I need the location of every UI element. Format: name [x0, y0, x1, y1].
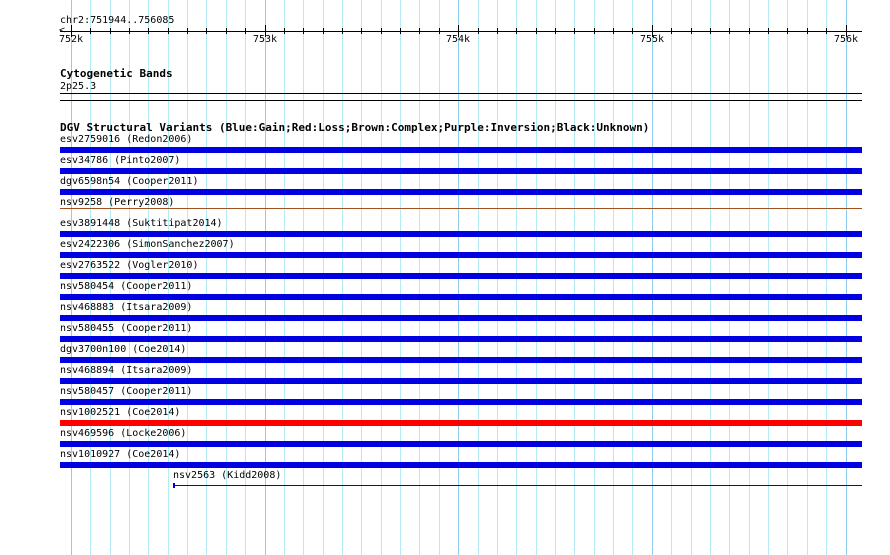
ruler-tick	[419, 28, 420, 34]
variant-bar-gain[interactable]	[60, 399, 862, 405]
ruler-label: 754k	[446, 34, 471, 45]
ruler-tick	[400, 28, 401, 34]
variant-bar-gain[interactable]	[60, 462, 862, 468]
variant-label[interactable]: esv2422306 (SimonSanchez2007)	[60, 239, 235, 250]
variant-label[interactable]: dgv6598n54 (Cooper2011)	[60, 176, 198, 187]
ruler-label: 752k	[59, 34, 84, 45]
ruler-label: 753k	[253, 34, 278, 45]
variant-label[interactable]: dgv3700n100 (Coe2014)	[60, 344, 186, 355]
variant-bar-gain[interactable]	[60, 231, 862, 237]
ruler-tick	[749, 28, 750, 34]
variant-label[interactable]: nsv1002521 (Coe2014)	[60, 407, 180, 418]
variant-label[interactable]: esv34786 (Pinto2007)	[60, 155, 180, 166]
ruler-tick	[245, 28, 246, 34]
ruler-tick	[555, 28, 556, 34]
variant-label[interactable]: nsv9258 (Perry2008)	[60, 197, 174, 208]
ruler-tick	[691, 28, 692, 34]
variant-label[interactable]: nsv468894 (Itsara2009)	[60, 365, 192, 376]
ruler-tick	[439, 28, 440, 34]
variant-bar-gain[interactable]	[60, 357, 862, 363]
ruler-label: 755k	[640, 34, 665, 45]
variant-label[interactable]: nsv468883 (Itsara2009)	[60, 302, 192, 313]
ruler-tick	[826, 28, 827, 34]
ruler-tick	[187, 28, 188, 34]
ruler-tick	[516, 28, 517, 34]
ruler-tick	[787, 28, 788, 34]
cytoband-label: 2p25.3	[60, 81, 97, 92]
variant-bar-gain[interactable]	[60, 315, 862, 321]
ruler-tick	[768, 28, 769, 34]
variant-bar-loss[interactable]	[60, 420, 862, 426]
genome-browser-view: chr2:751944..756085 <752k 753k 754k 755k 756…	[0, 0, 890, 555]
ruler-tick	[110, 28, 111, 34]
ruler-tick	[536, 28, 537, 34]
ruler-tick	[729, 28, 730, 34]
cytoband-track-title: Cytogenetic Bands	[60, 67, 173, 80]
ruler-tick	[226, 28, 227, 34]
ruler-tick	[497, 28, 498, 34]
ruler-tick	[613, 28, 614, 34]
position-label: chr2:751944..756085	[60, 15, 175, 26]
variant-bar-gain[interactable]	[60, 441, 862, 447]
ruler-tick	[129, 28, 130, 34]
ruler-tick	[303, 28, 304, 34]
ruler-tick	[284, 28, 285, 34]
variant-bar-complex[interactable]	[60, 208, 862, 209]
variant-bar-gain[interactable]	[60, 273, 862, 279]
ruler-tick	[361, 28, 362, 34]
variant-label[interactable]: nsv1010927 (Coe2014)	[60, 449, 180, 460]
variant-label[interactable]: nsv580454 (Cooper2011)	[60, 281, 192, 292]
ruler-tick	[206, 28, 207, 34]
variant-bar-gain[interactable]	[60, 252, 862, 258]
ruler-tick	[574, 28, 575, 34]
variant-bar-gain[interactable]	[60, 189, 862, 195]
variant-bar-gain[interactable]	[60, 336, 862, 342]
ruler-tick	[807, 28, 808, 34]
ruler-tick	[671, 28, 672, 34]
ruler-tick	[323, 28, 324, 34]
ruler-tick	[168, 28, 169, 34]
variant-line[interactable]	[173, 485, 862, 486]
variant-label[interactable]: nsv580457 (Cooper2011)	[60, 386, 192, 397]
variant-bar-gain[interactable]	[60, 168, 862, 174]
variant-start-marker	[173, 483, 175, 488]
variant-label[interactable]: nsv2563 (Kidd2008)	[173, 470, 281, 481]
ruler-tick	[90, 28, 91, 34]
ruler-tick	[632, 28, 633, 34]
ruler-tick	[381, 28, 382, 34]
ruler-tick	[342, 28, 343, 34]
ruler-tick	[478, 28, 479, 34]
ruler-tick	[148, 28, 149, 34]
variant-label[interactable]: esv3891448 (Suktitipat2014)	[60, 218, 223, 229]
variant-label[interactable]: nsv580455 (Cooper2011)	[60, 323, 192, 334]
ruler-label: 756k	[834, 34, 859, 45]
cytoband-line[interactable]	[60, 93, 862, 94]
ruler-tick	[594, 28, 595, 34]
track-divider	[60, 100, 862, 101]
variant-bar-gain[interactable]	[60, 294, 862, 300]
dgv-track-title: DGV Structural Variants (Blue:Gain;Red:L…	[60, 121, 650, 134]
variant-label[interactable]: esv2763522 (Vogler2010)	[60, 260, 198, 271]
variant-bar-gain[interactable]	[60, 378, 862, 384]
variant-label[interactable]: esv2759016 (Redon2006)	[60, 134, 192, 145]
variant-label[interactable]: nsv469596 (Locke2006)	[60, 428, 186, 439]
ruler-tick	[710, 28, 711, 34]
variant-bar-gain[interactable]	[60, 147, 862, 153]
ruler-axis	[60, 31, 862, 32]
